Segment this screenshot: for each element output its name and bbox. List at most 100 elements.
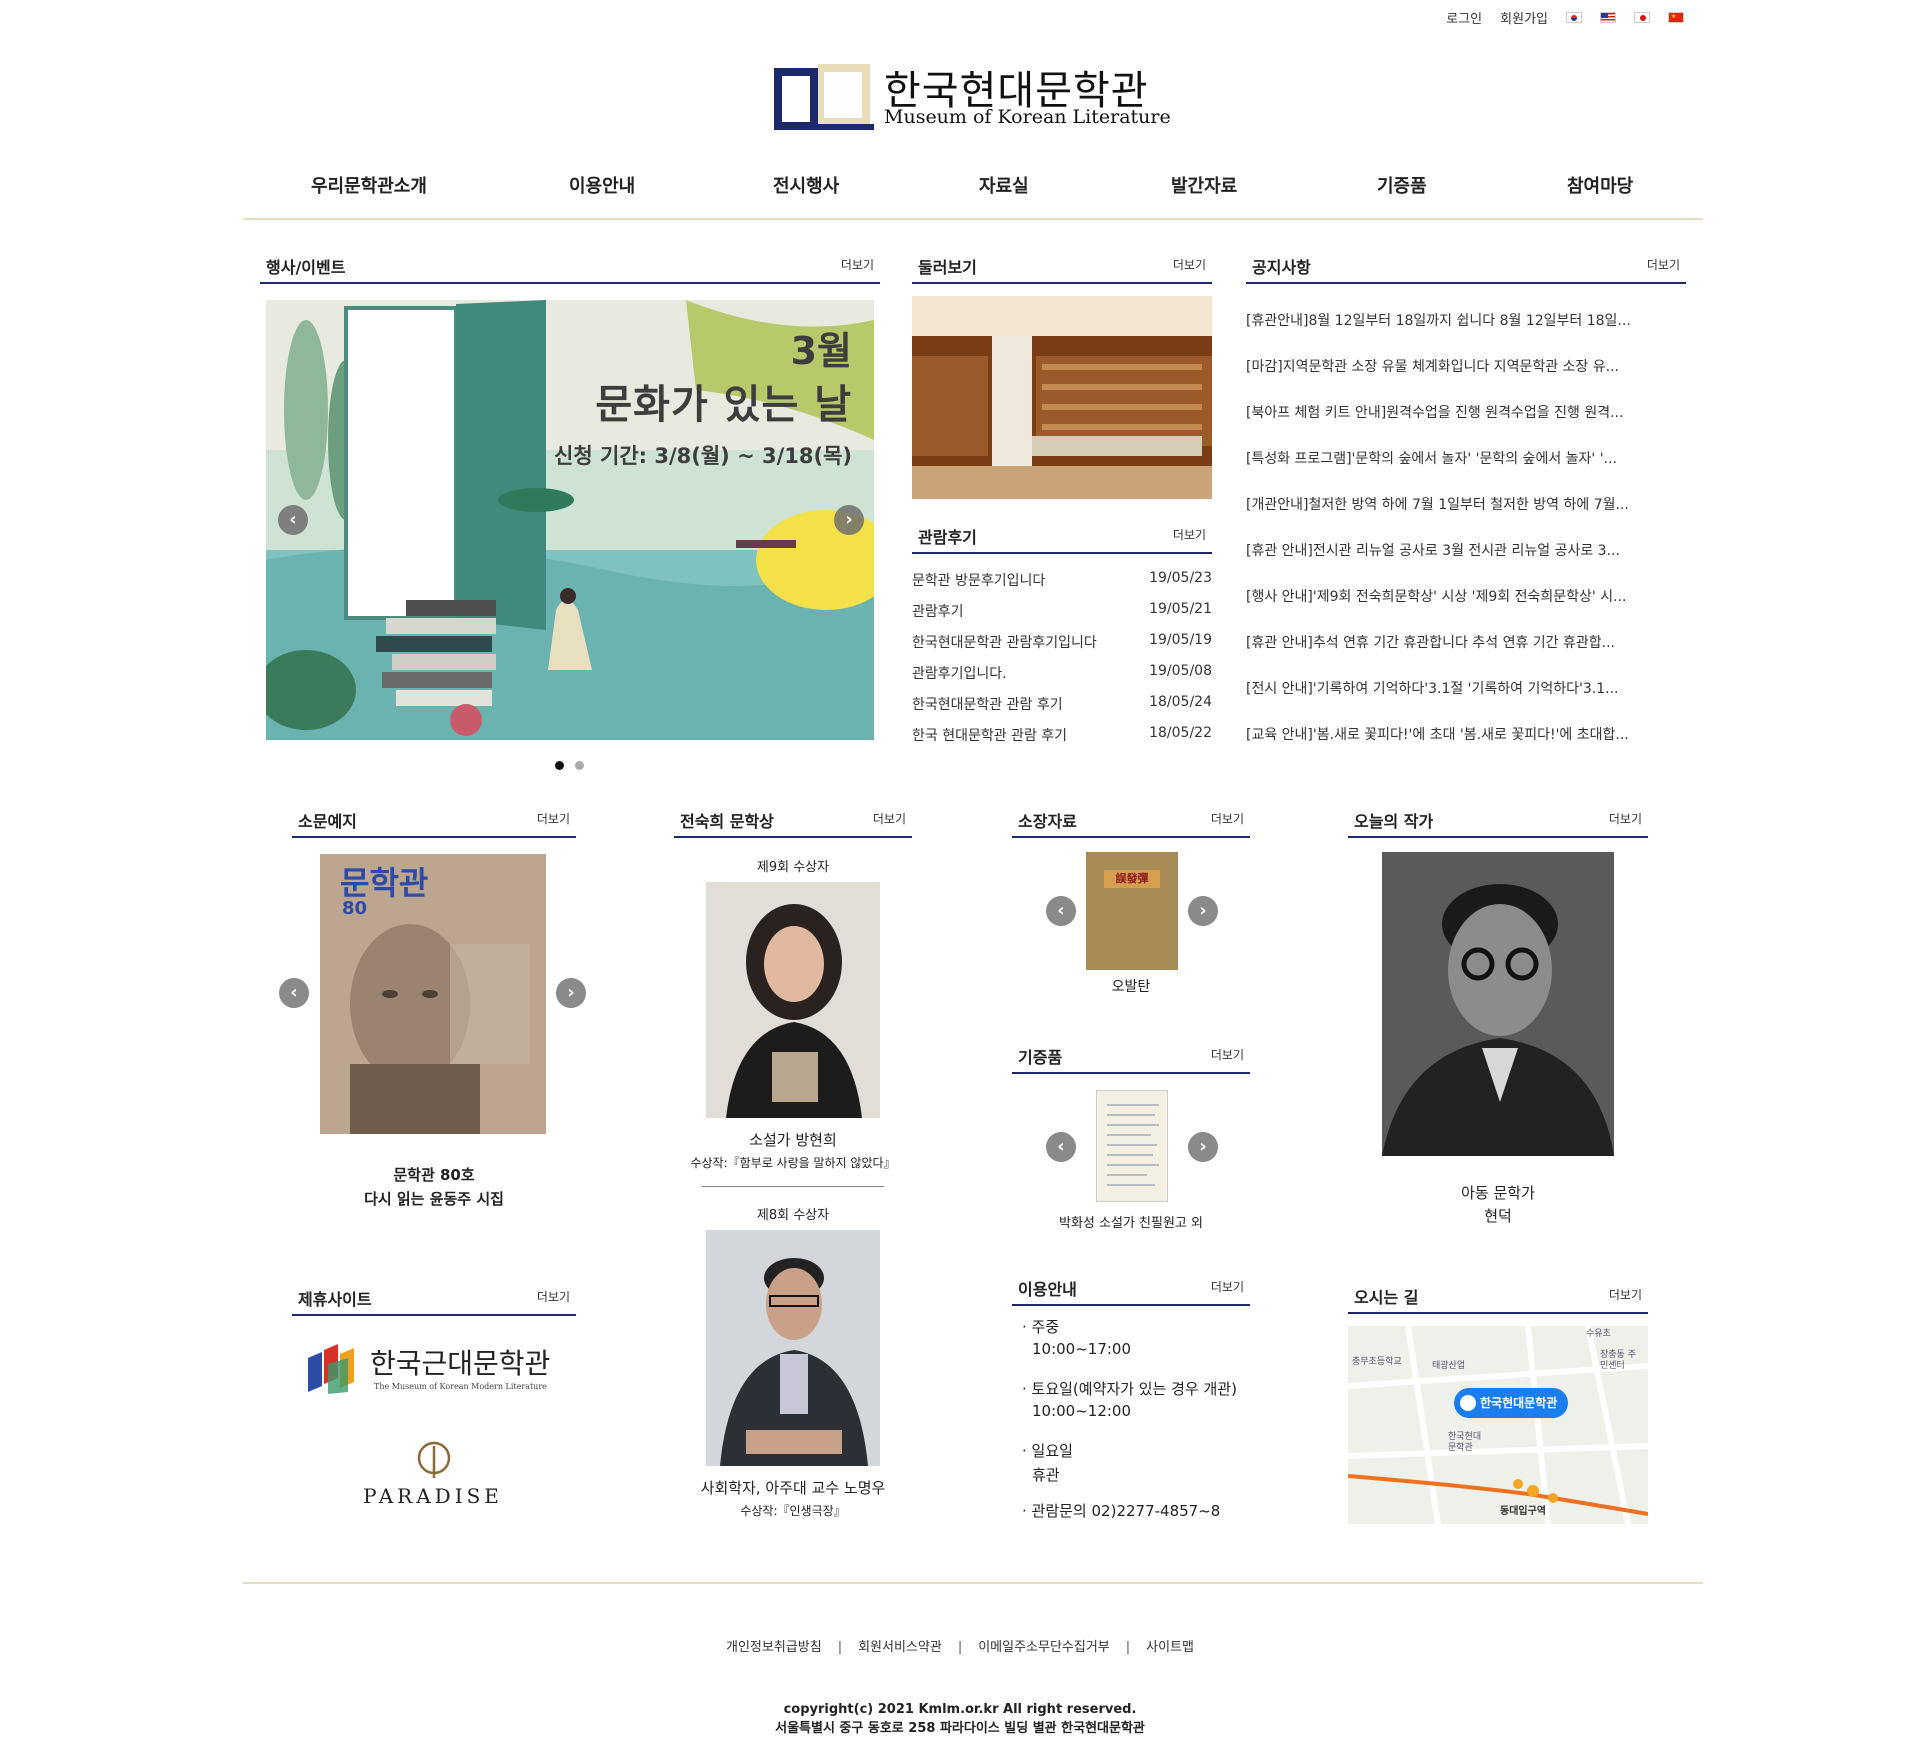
footer-address: 서울특별시 중구 동호로 258 파라다이스 빌딩 별관 한국현대문학관 <box>775 1721 1145 1736</box>
notices-more-link[interactable]: 더보기 <box>1647 256 1680 273</box>
collection-next-button[interactable]: › <box>1188 896 1218 926</box>
book-title-label: 誤發彈 <box>1104 870 1160 888</box>
award-more-link[interactable]: 더보기 <box>873 810 906 827</box>
banner-prev-button[interactable]: ‹ <box>278 505 308 535</box>
notice-item[interactable]: [북아프 체험 키트 안내]원격수업을 진행 원격수업을 진행 원격... <box>1246 402 1666 422</box>
award-winner9-label: 제9회 수상자 <box>756 860 830 875</box>
map-location-pin[interactable]: 한국현대문학관 <box>1454 1388 1568 1418</box>
usage-saturday-label: · 토요일(예약자가 있는 경우 개관) <box>1022 1380 1237 1398</box>
reviews-more-link[interactable]: 더보기 <box>1173 526 1206 543</box>
banner-next-button[interactable]: › <box>834 505 864 535</box>
map-poi-top: 수유초 <box>1586 1329 1611 1339</box>
magazine-header: 소문예지 더보기 <box>292 804 576 838</box>
notices-title: 공지사항 <box>1252 258 1311 277</box>
notice-item[interactable]: [마감]지역문학관 소장 유물 체계화입니다 지역문학관 소장 유... <box>1246 356 1666 376</box>
directions-title: 오시는 길 <box>1354 1288 1419 1307</box>
tour-more-link[interactable]: 더보기 <box>1173 256 1206 273</box>
footer-links: 개인정보취급방침 | 회원서비스약관 | 이메일주소무단수집거부 | 사이트맵 <box>726 1640 1194 1655</box>
usage-sunday-hours: 휴관 <box>1032 1466 1060 1484</box>
award-winner8-label: 제8회 수상자 <box>756 1208 830 1223</box>
magazine-more-link[interactable]: 더보기 <box>537 810 570 827</box>
award-winner8-photo[interactable] <box>706 1230 880 1466</box>
map-poi-station: 동대입구역 <box>1500 1506 1546 1517</box>
award-winner9-photo[interactable] <box>706 882 880 1118</box>
korean-flag-icon[interactable] <box>1566 12 1582 23</box>
footer-privacy-link[interactable]: 개인정보취급방침 <box>726 1640 822 1655</box>
notice-item[interactable]: [전시 안내]'기록하여 기억하다'3.1절 '기록하여 기억하다'3.1... <box>1246 678 1666 698</box>
us-flag-icon[interactable] <box>1600 12 1616 23</box>
banner-dot-2[interactable] <box>575 761 584 770</box>
japan-flag-icon[interactable] <box>1634 12 1650 23</box>
banner-illustration <box>266 300 874 740</box>
notice-item[interactable]: [휴관 안내]추석 연휴 기간 휴관합니다 추석 연휴 기간 휴관합... <box>1246 632 1666 652</box>
map-poi-school: 충무초등학교 <box>1352 1357 1402 1367</box>
partners-title: 제휴사이트 <box>298 1290 372 1309</box>
usage-contact: · 관람문의 02)2277-4857~8 <box>1022 1502 1221 1520</box>
signup-link[interactable]: 회원가입 <box>1500 8 1548 27</box>
nav-publications[interactable]: 발간자료 <box>1171 172 1237 198</box>
tour-photo[interactable] <box>912 296 1212 499</box>
paradise-mark-icon <box>417 1441 451 1478</box>
author-photo[interactable] <box>1382 852 1614 1156</box>
donations-prev-button[interactable]: ‹ <box>1046 1132 1076 1162</box>
login-link[interactable]: 로그인 <box>1446 8 1482 27</box>
donations-next-button[interactable]: › <box>1188 1132 1218 1162</box>
notice-item[interactable]: [휴관 안내]전시관 리뉴얼 공사로 3월 전시관 리뉴얼 공사로 3... <box>1246 540 1666 560</box>
nav-usage[interactable]: 이용안내 <box>569 172 635 198</box>
award-winner8-work: 수상작:『인생극장』 <box>740 1504 846 1518</box>
partners-header: 제휴사이트 더보기 <box>292 1282 576 1316</box>
footer-email-policy-link[interactable]: 이메일주소무단수집거부 <box>978 1640 1110 1655</box>
collection-more-link[interactable]: 더보기 <box>1211 810 1244 827</box>
reviews-title: 관람후기 <box>918 528 977 547</box>
notice-item[interactable]: [휴관안내]8월 12일부터 18일까지 쉽니다 8월 12일부터 18일... <box>1246 310 1666 330</box>
footer-terms-link[interactable]: 회원서비스약관 <box>858 1640 942 1655</box>
nav-about[interactable]: 우리문학관소개 <box>311 172 427 198</box>
tour-header: 둘러보기 더보기 <box>912 250 1212 284</box>
author-more-link[interactable]: 더보기 <box>1609 810 1642 827</box>
magazine-prev-button[interactable]: ‹ <box>279 978 309 1008</box>
modern-literature-mark-icon <box>308 1344 354 1394</box>
events-banner[interactable]: 3월 문화가 있는 날 신청 기간: 3/8(월) ~ 3/18(목) ‹ › <box>266 300 874 740</box>
notice-item[interactable]: [특성화 프로그램]'문학의 숲에서 놀자' '문학의 숲에서 놀자' '... <box>1246 448 1666 468</box>
collection-book-cover[interactable]: 誤發彈 <box>1086 852 1178 970</box>
notice-item[interactable]: [개관안내]철저한 방역 하에 7월 1일부터 철저한 방역 하에 7월... <box>1246 494 1666 514</box>
banner-dot-1[interactable] <box>555 761 564 770</box>
events-more-link[interactable]: 더보기 <box>841 256 874 273</box>
footer-copyright-block: copyright(c) 2021 Kmlm.or.kr All right r… <box>0 1700 1920 1738</box>
nav-archive[interactable]: 자료실 <box>979 172 1029 198</box>
directions-map[interactable]: 한국현대문학관 충무초등학교 태광산업 장충동 주민센터 한국현대 문학관 동대… <box>1348 1326 1648 1524</box>
site-logo[interactable]: 한국현대문학관 Museum of Korean Literature <box>774 58 1174 130</box>
events-header: 행사/이벤트 더보기 <box>260 250 880 284</box>
magazine-next-button[interactable]: › <box>556 978 586 1008</box>
directions-more-link[interactable]: 더보기 <box>1609 1286 1642 1303</box>
china-flag-icon[interactable]: ★ <box>1668 12 1684 23</box>
award-winner9-work: 수상작:『함부로 사랑을 말하지 않았다』 <box>690 1156 896 1170</box>
donations-title: 기증품 <box>1018 1048 1063 1067</box>
collection-caption: 오발탄 <box>1111 979 1151 995</box>
notice-item[interactable]: [교육 안내]'봄.새로 꽃피다!'에 초대 '봄.새로 꽃피다!'에 초대합.… <box>1246 724 1666 744</box>
usage-weekday-label: · 주중 <box>1022 1318 1060 1336</box>
footer-copyright: copyright(c) 2021 Kmlm.or.kr All right r… <box>783 1702 1137 1717</box>
author-caption-line1: 아동 문학가 <box>1461 1184 1535 1202</box>
nav-community[interactable]: 참여마당 <box>1567 172 1633 198</box>
donation-manuscript[interactable] <box>1096 1090 1168 1202</box>
magazine-cover-issue: 80 <box>342 898 368 919</box>
footer-sitemap-link[interactable]: 사이트맵 <box>1146 1640 1194 1655</box>
collection-header: 소장자료 더보기 <box>1012 804 1250 838</box>
donations-more-link[interactable]: 더보기 <box>1211 1046 1244 1063</box>
nav-donations[interactable]: 기증품 <box>1377 172 1427 198</box>
notice-item[interactable]: [행사 안내]'제9회 전숙희문학상' 시상 '제9회 전숙희문학상' 시... <box>1246 586 1666 606</box>
map-poi-museum: 한국현대 문학관 <box>1448 1432 1482 1453</box>
map-poi-community-center: 장충동 주민센터 <box>1600 1350 1636 1371</box>
partner-modern-literature-logo[interactable]: 한국근대문학관 The Museum of Korean Modern Lite… <box>308 1338 558 1402</box>
magazine-cover[interactable]: 문학관 80 <box>320 854 546 1134</box>
collection-prev-button[interactable]: ‹ <box>1046 896 1076 926</box>
partners-more-link[interactable]: 더보기 <box>537 1288 570 1305</box>
nav-exhibitions[interactable]: 전시행사 <box>773 172 839 198</box>
donations-caption: 박화성 소설가 친필원고 외 <box>1059 1216 1203 1231</box>
award-header: 전숙희 문학상 더보기 <box>674 804 912 838</box>
logo-english-text: Museum of Korean Literature <box>884 106 1171 128</box>
notices-header: 공지사항 더보기 <box>1246 250 1686 284</box>
usage-more-link[interactable]: 더보기 <box>1211 1278 1244 1295</box>
partner-paradise-logo[interactable]: PARADISE <box>350 1440 516 1520</box>
